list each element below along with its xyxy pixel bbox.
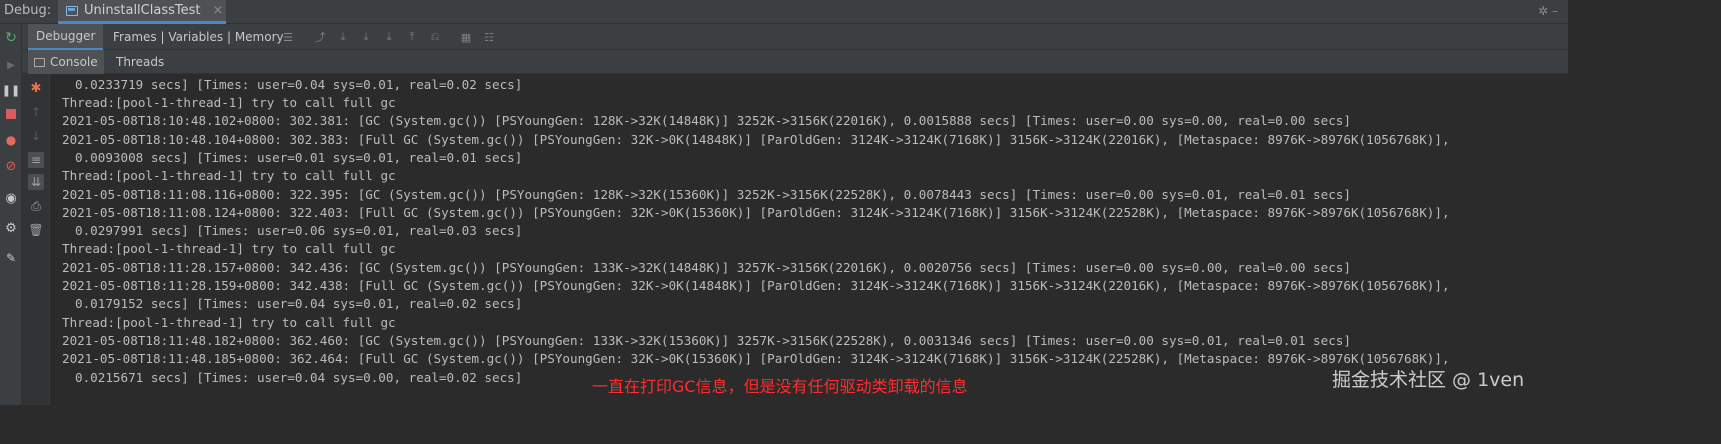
tab-uninstall-class-test[interactable]: UninstallClassTest × — [58, 0, 226, 24]
console-line: 0.0093008 secs] [Times: user=0.01 sys=0.… — [75, 149, 523, 165]
print-icon[interactable]: ⎙ — [28, 198, 44, 214]
pause-icon[interactable]: ❚❚ — [2, 82, 20, 98]
console-line: 2021-05-08T18:10:48.104+0800: 302.383: [… — [62, 131, 1450, 147]
view-breakpoints-icon[interactable]: ● — [3, 132, 19, 148]
console-line: 0.0179152 secs] [Times: user=0.04 sys=0.… — [75, 296, 523, 312]
run-config-icon — [66, 5, 78, 16]
console-tabs: Console Threads — [22, 50, 1568, 74]
tab-title: UninstallClassTest — [84, 3, 201, 18]
debug-side-toolbar: ↻ ▶ ❚❚ ● ⊘ ◉ ⚙ ✎ — [0, 24, 22, 405]
annotation-text: 一直在打印GC信息，但是没有任何驱动类卸载的信息 — [592, 377, 968, 396]
console-line: 2021-05-08T18:11:08.116+0800: 322.395: [… — [62, 186, 1351, 202]
tab-threads[interactable]: Threads — [110, 50, 170, 74]
soft-wrap-icon[interactable]: ≡ — [28, 152, 44, 168]
clear-all-icon[interactable]: 🗑 — [28, 222, 44, 238]
step-out-icon[interactable]: ⤒ — [404, 29, 420, 45]
step-into-icon[interactable]: ⤓ — [358, 29, 374, 45]
console-line: 2021-05-08T18:11:08.124+0800: 322.403: [… — [62, 204, 1450, 220]
scroll-to-end-icon[interactable]: ⇊ — [28, 174, 44, 190]
rerun-icon[interactable]: ↻ — [3, 30, 19, 46]
tab-threads-label: Threads — [116, 55, 165, 69]
tab-debugger[interactable]: Debugger — [28, 24, 104, 50]
step-over-icon[interactable]: ⤓ — [335, 29, 351, 45]
force-step-into-icon[interactable]: ⤓ — [381, 29, 397, 45]
console-line: 0.0297991 secs] [Times: user=0.06 sys=0.… — [75, 223, 523, 239]
watermark: 掘金技术社区 @ 1ven — [1332, 369, 1525, 391]
console-icon — [34, 57, 45, 67]
console-line: 0.0233719 secs] [Times: user=0.04 sys=0.… — [75, 77, 523, 92]
console-line: 2021-05-08T18:10:48.102+0800: 302.381: [… — [62, 113, 1351, 129]
tab-debugger-label: Debugger — [36, 29, 96, 43]
tab-frames-label: Frames | Variables | Memory — [113, 30, 284, 44]
debugger-toolbar: Debugger Frames | Variables | Memory ☰ ⤴… — [22, 24, 1568, 50]
debug-label: Debug: — [4, 3, 52, 18]
layout-menu-icon[interactable]: ☰ — [280, 29, 296, 45]
console-line: 2021-05-08T18:11:28.159+0800: 342.438: [… — [62, 278, 1450, 293]
console-line: Thread:[pool-1-thread-1] try to call ful… — [62, 241, 396, 257]
show-execution-point-icon[interactable]: ⤴ — [312, 29, 328, 45]
console-output[interactable]: 0.0233719 secs] [Times: user=0.04 sys=0.… — [51, 74, 1568, 405]
stop-icon[interactable] — [3, 106, 19, 122]
tab-frames-variables-memory[interactable]: Frames | Variables | Memory — [105, 24, 292, 50]
trace-current-stream-icon[interactable]: ☷ — [481, 29, 497, 45]
console-line: 0.0215671 secs] [Times: user=0.04 sys=0.… — [75, 369, 523, 385]
pin-icon[interactable]: ✎ — [3, 250, 19, 266]
mute-breakpoints-icon[interactable]: ⊘ — [3, 158, 19, 174]
resume-icon[interactable]: ▶ — [3, 58, 19, 74]
settings-icon[interactable]: ⚙ — [3, 220, 19, 236]
evaluate-expression-icon[interactable]: ▦ — [458, 29, 474, 45]
console-line: Thread:[pool-1-thread-1] try to call ful… — [62, 168, 396, 184]
console-line: 2021-05-08T18:11:28.157+0800: 342.436: [… — [62, 259, 1351, 275]
window-controls[interactable]: ✲ – — [1538, 4, 1558, 18]
debug-header: Debug: UninstallClassTest × ✲ – — [0, 0, 1568, 24]
tab-console-label: Console — [50, 55, 98, 69]
console-gutter-toolbar: ✱ ↑ ↓ ≡ ⇊ ⎙ 🗑 — [22, 74, 50, 405]
scroll-up-icon[interactable]: ↑ — [28, 104, 44, 120]
console-line: 2021-05-08T18:11:48.182+0800: 362.460: [… — [62, 332, 1351, 348]
tab-close-icon[interactable]: × — [212, 3, 223, 18]
camera-icon[interactable]: ◉ — [3, 190, 19, 206]
console-line: 2021-05-08T18:11:48.185+0800: 362.464: [… — [62, 351, 1450, 367]
tab-console[interactable]: Console — [28, 50, 104, 74]
console-line: Thread:[pool-1-thread-1] try to call ful… — [62, 95, 396, 110]
scroll-down-icon[interactable]: ↓ — [28, 128, 44, 144]
drop-frame-icon[interactable]: ⎌ — [427, 29, 443, 45]
console-line: Thread:[pool-1-thread-1] try to call ful… — [62, 314, 396, 330]
breakpoint-hit-icon[interactable]: ✱ — [28, 80, 44, 96]
